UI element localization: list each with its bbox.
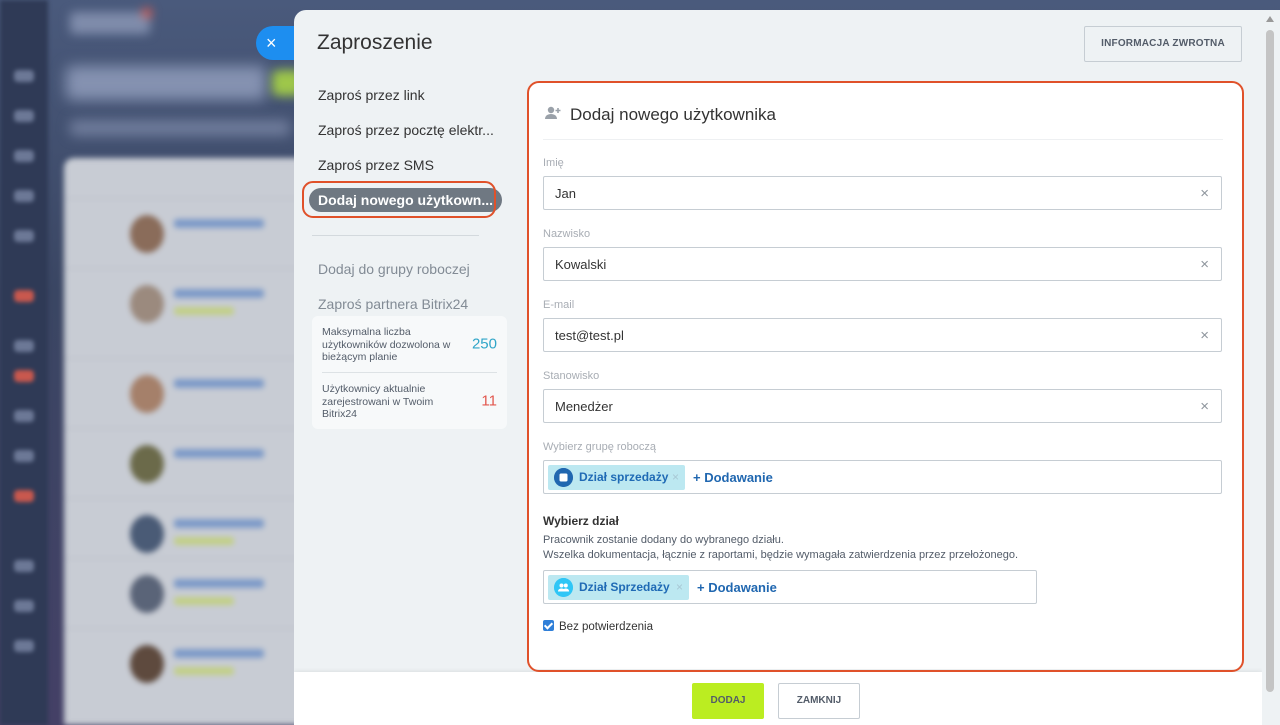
panel-title: Zaproszenie xyxy=(317,31,433,54)
stat-registered-users-text: Użytkownicy aktualnie zarejestrowani w T… xyxy=(322,383,434,420)
highlight-outline xyxy=(527,81,1244,672)
scroll-up-icon[interactable] xyxy=(1266,16,1274,22)
background-subtitle xyxy=(70,120,290,136)
stat-registered-users: Użytkownicy aktualnie zarejestrowani w T… xyxy=(322,372,497,429)
action-footer: DODAJ ZAMKNIJ xyxy=(294,672,1262,725)
feedback-button[interactable]: INFORMACJA ZWROTNA xyxy=(1084,26,1242,62)
menu-item-invite-link[interactable]: Zaproś przez link xyxy=(307,78,509,113)
stat-max-users-value: 250 xyxy=(471,335,497,353)
background-page-title xyxy=(66,66,266,100)
background-employee-list xyxy=(64,158,304,725)
close-button[interactable]: ZAMKNIJ xyxy=(778,683,860,719)
stat-max-users-text: Maksymalna liczba użytkowników dozwolona… xyxy=(322,326,451,363)
left-rail xyxy=(0,0,48,725)
menu-item-add-to-workgroup[interactable]: Dodaj do grupy roboczej xyxy=(307,252,509,287)
menu-item-invite-sms[interactable]: Zaproś przez SMS xyxy=(307,148,509,183)
close-slider-button[interactable]: × xyxy=(256,26,296,60)
stat-max-users: Maksymalna liczba użytkowników dozwolona… xyxy=(322,316,497,372)
scrollbar-thumb[interactable] xyxy=(1266,30,1274,692)
menu-item-invite-email[interactable]: Zaproś przez pocztę elektr... xyxy=(307,113,509,148)
page-scrollbar[interactable] xyxy=(1262,10,1280,725)
menu-divider xyxy=(312,235,479,236)
add-button[interactable]: DODAJ xyxy=(692,683,764,719)
highlight-outline xyxy=(302,181,496,218)
stat-registered-users-value: 11 xyxy=(481,392,497,410)
user-limit-stats: Maksymalna liczba użytkowników dozwolona… xyxy=(312,316,507,429)
close-icon: × xyxy=(266,33,277,53)
